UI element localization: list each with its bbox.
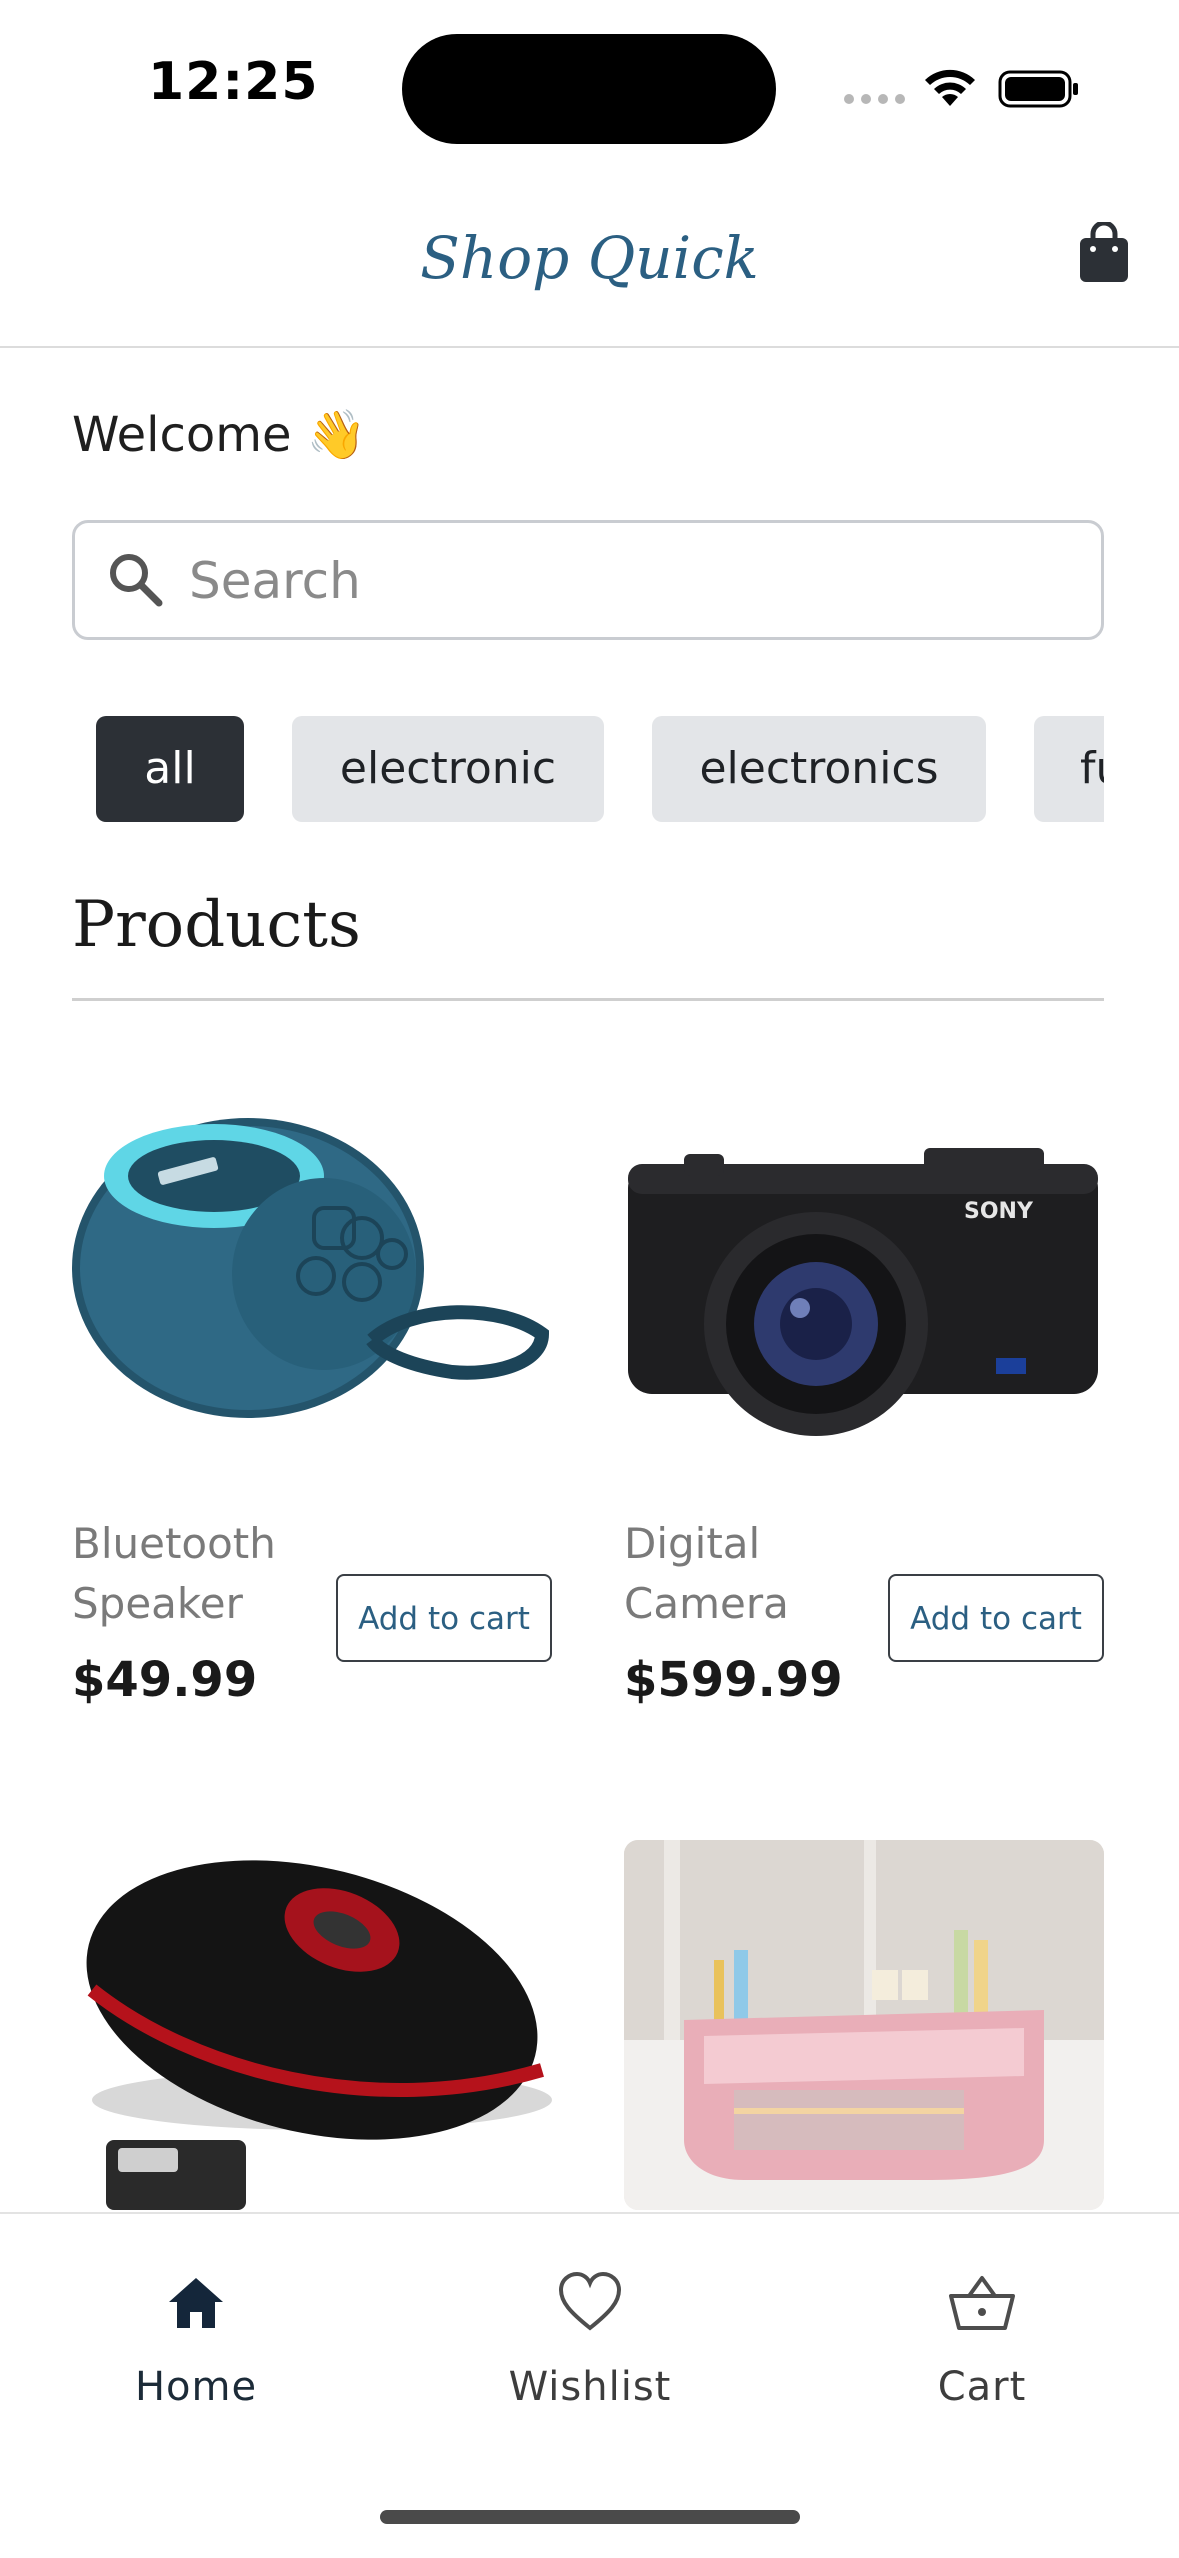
- search-input[interactable]: [187, 545, 1071, 617]
- dynamic-island: [402, 34, 776, 144]
- nav-home[interactable]: Home: [76, 2268, 316, 2410]
- product-price: $49.99: [72, 1652, 258, 1708]
- product-image-camera: SONY: [624, 1104, 1104, 1474]
- nav-cart-label: Cart: [937, 2364, 1027, 2410]
- chip-partial[interactable]: fu: [1034, 716, 1104, 822]
- product-image-speaker: [72, 1104, 552, 1474]
- shopping-bag-icon[interactable]: [1078, 222, 1130, 284]
- nav-home-label: Home: [134, 2364, 258, 2410]
- cellular-signal-icon: [844, 94, 906, 106]
- bottom-navigation: Home Wishlist Cart: [0, 2212, 1179, 2558]
- product-card[interactable]: [72, 1840, 552, 2212]
- nav-wishlist-label: Wishlist: [508, 2364, 672, 2410]
- app-header: Shop Quick: [0, 170, 1179, 348]
- search-icon: [110, 554, 163, 607]
- chip-all[interactable]: all: [96, 716, 244, 822]
- add-to-cart-button[interactable]: Add to cart: [888, 1574, 1104, 1662]
- status-time: 12:25: [148, 52, 319, 112]
- product-card[interactable]: [624, 1840, 1104, 2212]
- app-title: Shop Quick: [420, 224, 759, 292]
- nav-wishlist[interactable]: Wishlist: [470, 2268, 710, 2410]
- product-image-organizer: [624, 1840, 1104, 2210]
- home-indicator[interactable]: [380, 2510, 800, 2524]
- add-to-cart-button[interactable]: Add to cart: [336, 1574, 552, 1662]
- products-heading: Products: [72, 888, 361, 962]
- chip-electronic[interactable]: electronic: [292, 716, 604, 822]
- basket-icon: [949, 2276, 1015, 2330]
- product-name: Bluetooth Speaker: [72, 1519, 276, 1628]
- chip-electronics[interactable]: electronics: [652, 716, 986, 822]
- category-chips: all electronic electronics fu: [72, 716, 1104, 822]
- wifi-icon: [925, 69, 975, 106]
- product-price: $599.99: [624, 1652, 843, 1708]
- home-icon: [169, 2278, 223, 2328]
- product-name: Digital Camera: [624, 1519, 789, 1628]
- heart-icon: [558, 2271, 622, 2331]
- search-bar[interactable]: [72, 520, 1104, 640]
- product-card[interactable]: Bluetooth Speaker $49.99 Add to cart: [72, 1104, 552, 1744]
- product-card[interactable]: SONY Digital Camera $599.99 Add to cart: [624, 1104, 1104, 1744]
- battery-icon: [998, 70, 1078, 108]
- svg-text:SONY: SONY: [964, 1199, 1034, 1224]
- status-bar: 12:25: [0, 0, 1179, 170]
- nav-cart[interactable]: Cart: [862, 2268, 1102, 2410]
- product-image-mouse: [72, 1840, 552, 2210]
- welcome-text: Welcome 👋: [72, 407, 367, 463]
- section-divider: [72, 998, 1104, 1001]
